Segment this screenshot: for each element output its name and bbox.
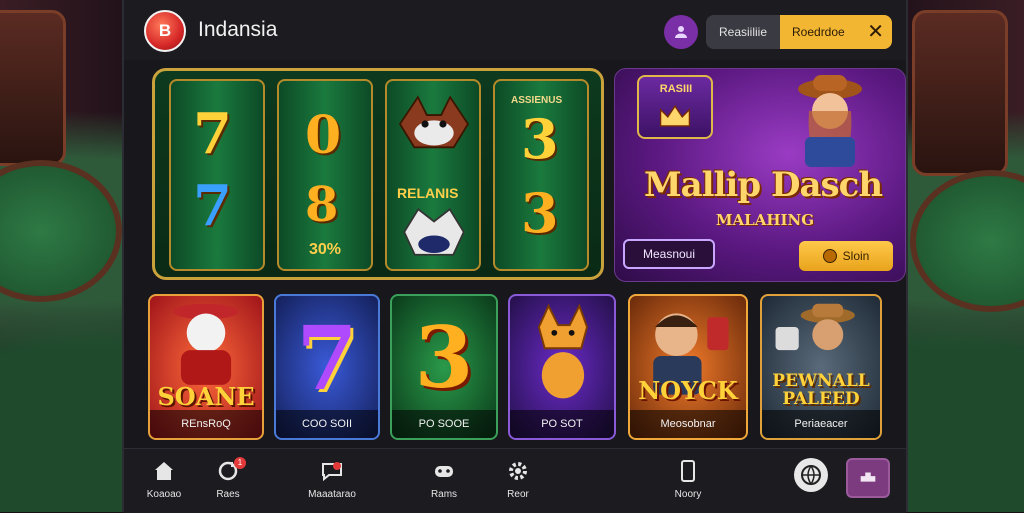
promo-subtitle: MALAHING xyxy=(715,211,815,229)
game-name: PO SOT xyxy=(510,410,614,438)
promo-gold-label: Sloin xyxy=(842,249,870,263)
reel-symbol: 0 xyxy=(305,105,342,166)
reel-symbol: 7 xyxy=(193,173,232,239)
nav-label: Raes xyxy=(216,489,240,500)
header-actions: Reasiiliie Roedrdoe ✕ xyxy=(706,15,892,49)
game-card-1[interactable]: SOANE REnsRoQ xyxy=(148,294,264,440)
game-name: COO SOII xyxy=(276,410,378,438)
promo-badge: RASIII xyxy=(637,75,713,139)
game-art-symbol: 7 xyxy=(296,306,358,410)
close-icon[interactable]: ✕ xyxy=(867,20,884,44)
promo-banner[interactable]: RASIII Mallip Dasch MALAHING Measnoui Sl… xyxy=(614,68,906,282)
user-icon xyxy=(675,26,687,38)
nav-item-home[interactable]: Koaoao xyxy=(134,459,194,500)
nav-label: Koaoao xyxy=(146,489,182,500)
app-window: B Indansia Reasiiliie Roedrdoe ✕ 7 7 0 8… xyxy=(122,0,908,513)
puzzle-button[interactable] xyxy=(846,458,890,498)
chat-icon xyxy=(322,462,342,482)
percent-label: 30% xyxy=(309,241,342,258)
promo-outline-button[interactable]: Measnoui xyxy=(623,239,715,269)
nav-label: Noory xyxy=(674,489,702,500)
nav-item-chat[interactable]: Maaatarao xyxy=(302,459,362,500)
reel-2: 0 8 30% xyxy=(277,79,373,271)
register-label: Roedrdoe xyxy=(792,25,845,39)
promo-title: Mallip Dasch xyxy=(643,165,883,205)
puzzle-icon xyxy=(860,472,876,482)
nav-item-phone[interactable]: Noory xyxy=(658,459,718,500)
background-slot-machine-left xyxy=(0,10,66,166)
nav-item-settings[interactable]: Reor xyxy=(488,459,548,500)
game-name: PO SOOE xyxy=(392,410,496,438)
globe-button[interactable] xyxy=(794,458,828,492)
wolf-icon xyxy=(398,95,470,149)
reel-symbol: 3 xyxy=(521,181,559,245)
nav-label: Reor xyxy=(507,489,529,500)
nav-label: Rams xyxy=(430,489,458,500)
reel-top-label: ASSIENUS xyxy=(511,95,563,106)
game-card-2[interactable]: 7 COO SOII xyxy=(274,294,380,440)
coin-icon xyxy=(822,249,837,263)
game-name: Periaeacer xyxy=(762,410,880,438)
reel-1: 7 7 xyxy=(169,79,265,271)
bottom-nav: Koaoao 1 Raes Maaatarao Rams Reor Noory xyxy=(124,448,906,513)
game-art-title: SOANE xyxy=(157,382,255,411)
reel-4: ASSIENUS 3 3 xyxy=(493,79,589,271)
logo-letter: B xyxy=(158,21,172,40)
reel-symbol: 7 xyxy=(193,101,232,167)
notification-badge: 1 xyxy=(234,457,246,469)
promo-badge-text: RASIII xyxy=(659,83,693,95)
gear-icon xyxy=(509,462,527,480)
game-art-title: PEWNALL PALEED xyxy=(772,371,870,409)
reel-symbol: 8 xyxy=(305,177,339,233)
game-card-3[interactable]: 3 PO SOOE xyxy=(390,294,498,440)
nav-item-games[interactable]: Rams xyxy=(414,459,474,500)
home-icon xyxy=(155,462,173,480)
phone-icon xyxy=(681,460,695,482)
game-card-5[interactable]: NOYCK Meosobnar xyxy=(628,294,748,440)
globe-icon xyxy=(801,465,821,486)
brand-logo[interactable]: B xyxy=(144,10,186,52)
register-button[interactable]: Roedrdoe ✕ xyxy=(780,15,892,49)
reel-symbol: 3 xyxy=(521,107,559,171)
cowgirl-icon xyxy=(798,75,862,167)
dog-icon xyxy=(403,207,465,256)
crown-icon xyxy=(659,104,691,127)
slot-reels-banner[interactable]: 7 7 0 8 30% RELANIS ASSIENUS 3 3 xyxy=(152,68,604,280)
background-slot-machine-right xyxy=(912,10,1008,176)
game-card-6[interactable]: PEWNALL PALEED Periaeacer xyxy=(760,294,882,440)
profile-button[interactable] xyxy=(664,15,698,49)
top-bar: B Indansia Reasiiliie Roedrdoe ✕ xyxy=(124,0,906,60)
gamepad-icon xyxy=(435,466,453,477)
fox-icon xyxy=(537,303,589,399)
nav-label: Maaatarao xyxy=(308,489,356,500)
brand-name: Indansia xyxy=(198,18,278,41)
game-art-title: NOYCK xyxy=(638,376,738,405)
promo-gold-button[interactable]: Sloin xyxy=(799,241,893,271)
game-card-4[interactable]: PO SOT xyxy=(508,294,616,440)
nav-item-refresh[interactable]: 1 Raes xyxy=(198,457,258,500)
reel-3: RELANIS xyxy=(385,79,481,271)
game-name: Meosobnar xyxy=(630,410,746,438)
game-art-symbol: 3 xyxy=(414,308,474,407)
game-name: REnsRoQ xyxy=(150,410,262,438)
login-button[interactable]: Reasiiliie xyxy=(706,15,780,49)
